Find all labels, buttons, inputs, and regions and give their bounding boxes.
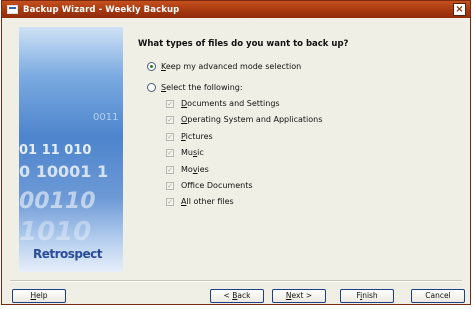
retrospect-logo: Retrospect [33, 247, 103, 261]
radio-selected-icon[interactable] [147, 62, 156, 71]
checkbox-documents-settings[interactable]: ✓ Documents and Settings [166, 99, 280, 108]
checkbox-label: Documents and Settings [181, 99, 280, 108]
side-banner-image: 0011 01 11 010 0 10001 1 00110 1010 Retr… [19, 27, 123, 272]
checkbox-label: All other files [181, 197, 234, 206]
radio-unselected-icon[interactable] [147, 83, 156, 92]
checkbox-all-other-files[interactable]: ✓ All other files [166, 197, 234, 206]
checkbox-pictures[interactable]: ✓ Pictures [166, 132, 213, 141]
finish-button[interactable]: Finish [340, 289, 394, 303]
checkbox-checked-icon[interactable]: ✓ [166, 115, 174, 124]
checkbox-os-applications[interactable]: ✓ Operating System and Applications [166, 115, 322, 124]
back-button[interactable]: < Back [210, 289, 264, 303]
checkbox-label: Movies [181, 165, 209, 174]
checkbox-label: Operating System and Applications [181, 115, 323, 124]
checkbox-music[interactable]: ✓ Music [166, 148, 204, 157]
checkbox-movies[interactable]: ✓ Movies [166, 165, 209, 174]
checkbox-checked-icon[interactable]: ✓ [166, 165, 174, 174]
window-title: Backup Wizard - Weekly Backup [23, 4, 180, 15]
checkbox-checked-icon[interactable]: ✓ [166, 148, 174, 157]
checkbox-checked-icon[interactable]: ✓ [166, 99, 174, 108]
title-bar[interactable]: Backup Wizard - Weekly Backup × [2, 1, 470, 18]
banner-digits: 00110 [19, 189, 96, 214]
checkbox-label: Office Documents [181, 181, 253, 190]
checkbox-checked-icon[interactable]: ✓ [166, 132, 174, 141]
cancel-button[interactable]: Cancel [411, 289, 465, 303]
radio-label: Keep my advanced mode selection [161, 62, 302, 71]
next-button[interactable]: Next > [272, 289, 326, 303]
question-heading: What types of files do you want to back … [138, 39, 349, 49]
help-button[interactable]: Help [12, 289, 66, 303]
banner-digits: 0011 [93, 112, 119, 123]
banner-digits: 01 11 010 [19, 143, 92, 158]
radio-label: Select the following: [161, 83, 243, 92]
checkbox-checked-icon[interactable]: ✓ [166, 197, 174, 206]
checkbox-checked-icon[interactable]: ✓ [166, 181, 174, 190]
footer-divider [10, 280, 462, 282]
banner-digits: 1010 [19, 217, 92, 247]
close-button[interactable]: × [453, 3, 466, 16]
backup-wizard-window: Backup Wizard - Weekly Backup × 0011 01 … [1, 0, 471, 305]
checkbox-office-documents[interactable]: ✓ Office Documents [166, 181, 253, 190]
banner-digits: 0 10001 1 [19, 162, 109, 181]
radio-keep-advanced[interactable]: Keep my advanced mode selection [147, 62, 301, 71]
radio-select-following[interactable]: Select the following: [147, 83, 243, 92]
checkbox-label: Music [181, 148, 204, 157]
checkbox-label: Pictures [181, 132, 213, 141]
window-icon [7, 5, 18, 14]
